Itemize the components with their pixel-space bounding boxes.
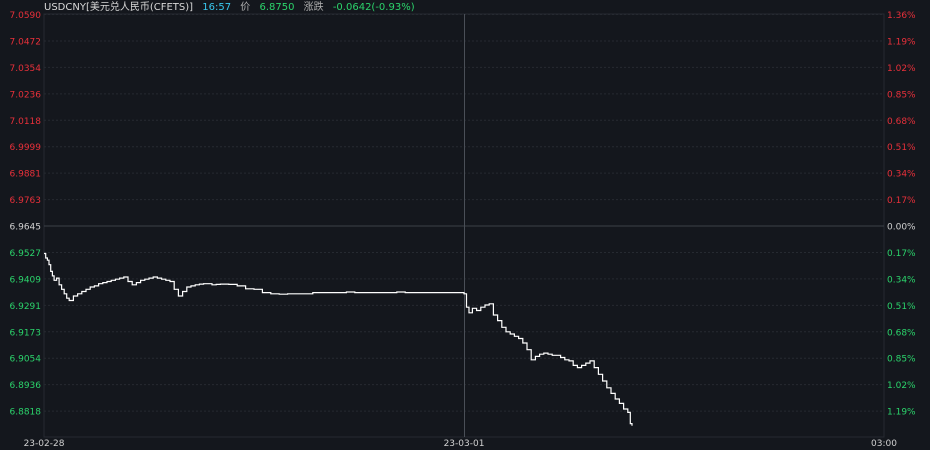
y-tick-label-left: 6.8936	[10, 381, 42, 391]
x-tick-label: 23-02-28	[24, 439, 65, 449]
intraday-chart[interactable]: 7.0590 7.0472 7.0354 7.0236 7.0118 6.9999 6.98…	[0, 0, 930, 450]
y-tick-label-left: 7.0118	[10, 117, 42, 127]
y-tick-label-left: 6.8818	[10, 408, 42, 418]
change-value: -0.0642(-0.93%)	[332, 2, 415, 13]
y-tick-label-left: 6.9763	[10, 196, 42, 206]
y-tick-label-left: 7.0590	[10, 11, 42, 21]
y-tick-label-right: 0.51%	[887, 143, 916, 153]
quote-time: 16:57	[202, 2, 232, 13]
y-tick-label-left: 6.9409	[10, 275, 42, 285]
y-tick-label-right: 0.85%	[887, 355, 916, 365]
y-tick-label-left: 7.0354	[10, 64, 42, 74]
y-tick-label-right: 0.68%	[887, 117, 916, 127]
y-axis-right: 1.36% 1.19% 1.02% 0.85% 0.68% 0.51% 0.34% 0.17%…	[887, 11, 916, 418]
x-tick-label: 03:00	[871, 439, 897, 449]
y-tick-label-left: 6.9645	[10, 223, 42, 233]
quote-header: USDCNY[美元兑人民币(CFETS)] 16:57 价 6.8750 涨跌 …	[44, 1, 421, 15]
y-tick-label-right: 1.36%	[887, 11, 916, 21]
y-tick-label-right: 0.34%	[887, 275, 916, 285]
y-tick-label-right: 0.68%	[887, 328, 916, 338]
y-tick-label-right: 1.19%	[887, 408, 916, 418]
y-tick-label-left: 6.9999	[10, 143, 42, 153]
grid	[43, 13, 885, 438]
y-tick-label-right: 0.00%	[887, 223, 916, 233]
y-tick-label-right: 0.34%	[887, 170, 916, 180]
y-tick-label-right: 0.85%	[887, 90, 916, 100]
symbol-label: USDCNY[美元兑人民币(CFETS)]	[44, 2, 194, 13]
y-tick-label-right: 1.02%	[887, 64, 916, 74]
y-tick-label-left: 6.9291	[10, 302, 42, 312]
y-tick-label-left: 6.9527	[10, 249, 42, 259]
y-axis-left: 7.0590 7.0472 7.0354 7.0236 7.0118 6.9999 6.98…	[10, 11, 42, 418]
y-tick-label-right: 1.19%	[887, 37, 916, 47]
x-tick-label: 23-03-01	[444, 439, 485, 449]
x-axis: 23-02-28 23-03-01 03:00	[24, 439, 898, 449]
change-label: 涨跌	[303, 2, 324, 13]
y-tick-label-left: 6.9054	[10, 355, 42, 365]
y-tick-label-left: 7.0236	[10, 90, 42, 100]
price-label: 价	[240, 2, 251, 13]
y-tick-label-right: 0.51%	[887, 302, 916, 312]
y-tick-label-right: 0.17%	[887, 196, 916, 206]
y-tick-label-left: 7.0472	[10, 37, 42, 47]
chart-panel: 7.0590 7.0472 7.0354 7.0236 7.0118 6.9999 6.98…	[0, 0, 930, 450]
y-tick-label-left: 6.9881	[10, 170, 42, 180]
y-tick-label-right: 1.02%	[887, 381, 916, 391]
price-value: 6.8750	[259, 2, 295, 13]
y-tick-label-right: 0.17%	[887, 249, 916, 259]
y-tick-label-left: 6.9173	[10, 328, 42, 338]
